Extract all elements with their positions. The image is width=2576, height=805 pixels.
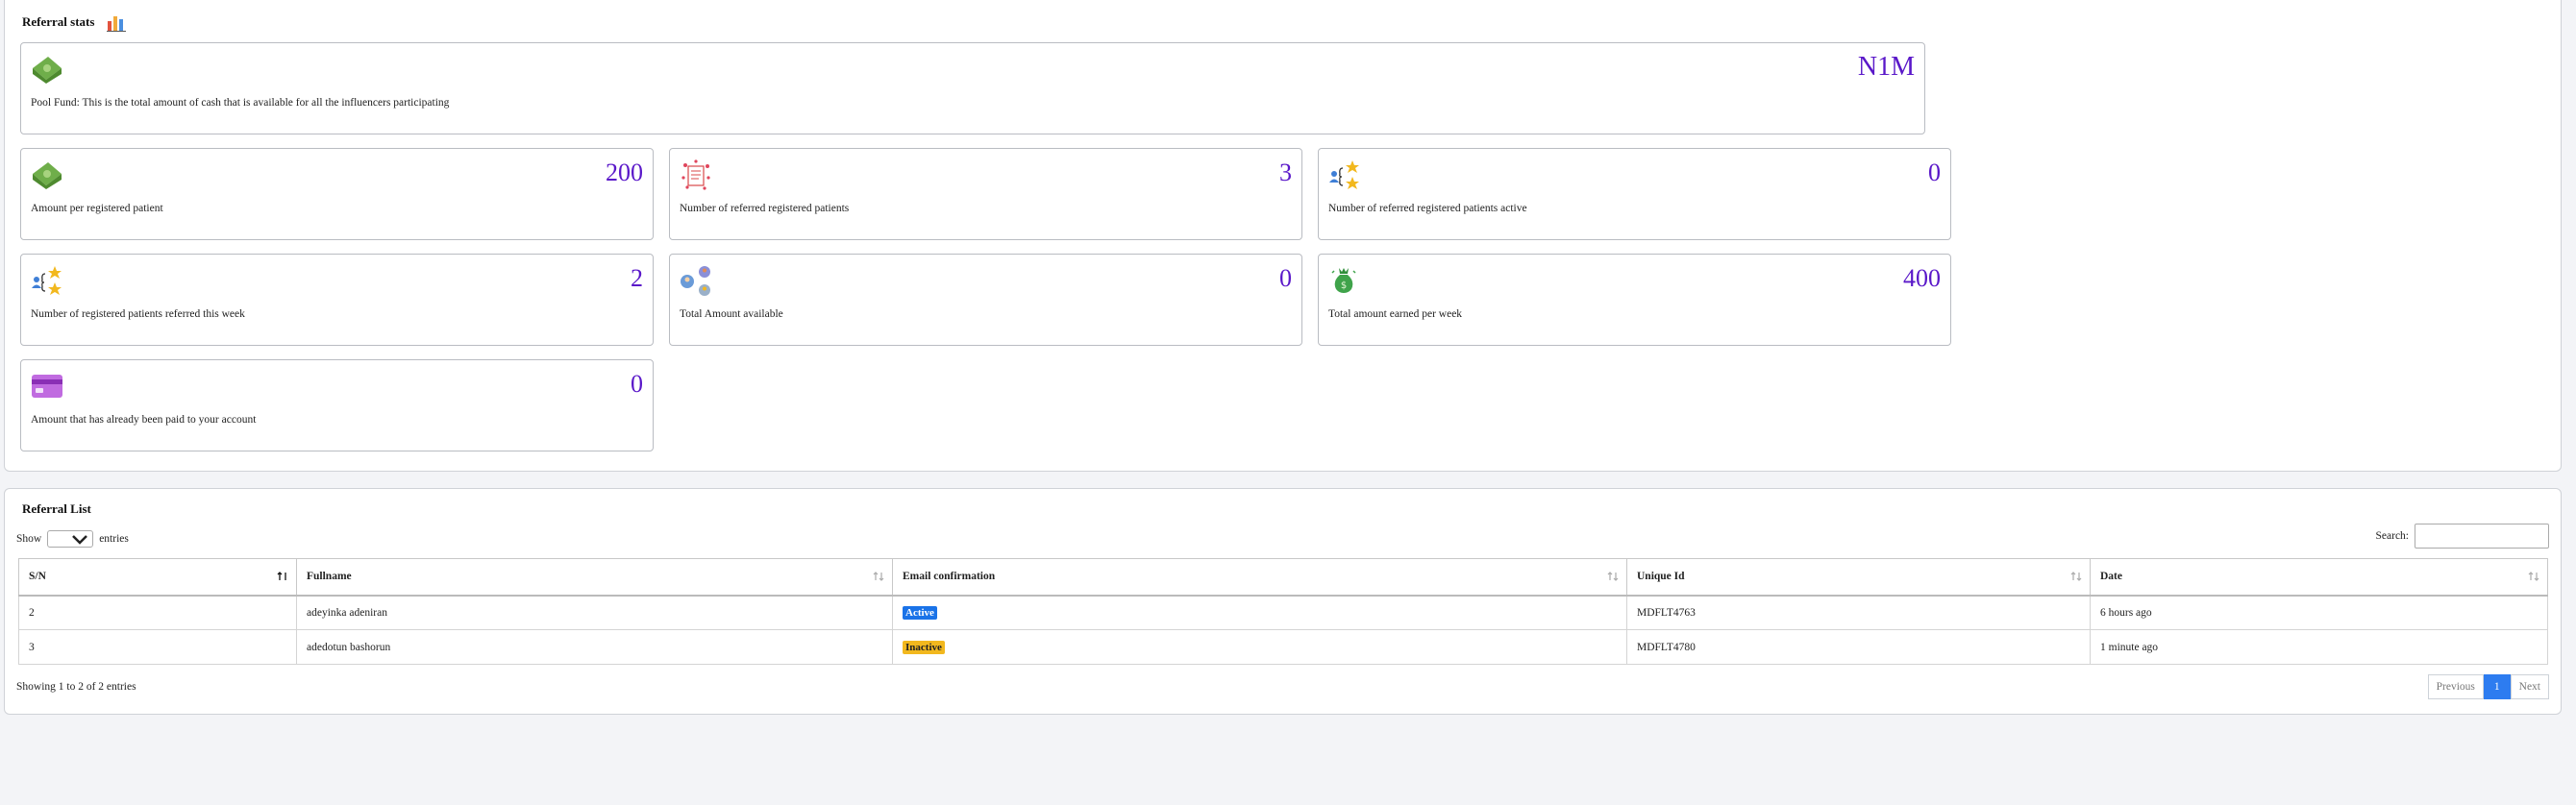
search-label: Search: (2375, 530, 2409, 542)
stat-card-amount-per-patient: 200 Amount per registered patient (20, 148, 654, 240)
pagination-page-button[interactable]: 1 (2483, 674, 2511, 699)
clipboard-icon (681, 159, 710, 190)
column-header-label: Fullname (307, 571, 352, 583)
pagination-previous-button[interactable]: Previous (2427, 674, 2484, 699)
search-input[interactable] (2415, 524, 2549, 549)
stat-value: 2 (631, 264, 643, 292)
cash-icon (33, 57, 62, 84)
cell-email-confirmation: Inactive (892, 629, 1627, 665)
sort-asc-icon (277, 572, 286, 580)
stat-card-referred-patients: 3 Number of referred registered patients (669, 148, 1302, 240)
stat-value: 0 (1279, 264, 1292, 292)
people-network-icon (681, 266, 710, 296)
column-header-date[interactable]: Date (2090, 558, 2548, 597)
stat-card-paid-to-account: 0 Amount that has already been paid to y… (20, 359, 654, 451)
user-stars-icon (32, 266, 62, 295)
entries-length-control: Show entries (16, 530, 129, 548)
entries-length-select[interactable] (47, 530, 94, 548)
stat-card-total-available: 0 Total Amount available (669, 254, 1302, 346)
stat-value: 400 (1903, 264, 1941, 292)
referral-list-panel: Referral List Show entries Search: S/N F… (4, 488, 2562, 715)
table-row: 3 adedotun bashorun Inactive MDFLT4780 1… (18, 629, 2548, 665)
cell-fullname: adeyinka adeniran (296, 595, 893, 630)
pool-fund-value: N1M (1857, 52, 1915, 82)
search-control: Search: (2376, 524, 2549, 549)
stat-desc: Number of referred registered patients (680, 203, 850, 214)
stat-value: 200 (606, 159, 643, 186)
stat-card-referred-this-week: 2 Number of registered patients referred… (20, 254, 654, 346)
cash-icon (33, 162, 62, 189)
cell-unique-id: MDFLT4780 (1626, 629, 2091, 665)
cell-fullname: adedotun bashorun (296, 629, 893, 665)
bar-chart-icon (107, 16, 126, 32)
column-header-label: Unique Id (1637, 571, 1685, 583)
status-badge: Inactive (903, 640, 945, 654)
cell-date: 6 hours ago (2090, 595, 2548, 630)
column-header-fullname[interactable]: Fullname (296, 558, 893, 597)
cell-date: 1 minute ago (2090, 629, 2548, 665)
stat-card-earned-per-week: $ 400 Total amount earned per week (1318, 254, 1951, 346)
pool-fund-card: N1M Pool Fund: This is the total amount … (20, 42, 1925, 134)
card-icon (32, 375, 62, 398)
stat-value: 0 (631, 370, 643, 398)
stat-desc: Amount that has already been paid to you… (31, 414, 257, 426)
stat-desc: Total Amount available (680, 308, 783, 320)
entries-label: entries (99, 533, 129, 545)
user-stars-icon (1329, 160, 1359, 189)
column-header-email-confirmation[interactable]: Email confirmation (892, 558, 1627, 597)
chevron-down-icon (72, 535, 88, 545)
stat-value: 0 (1928, 159, 1941, 186)
sort-icon (1607, 572, 1619, 581)
money-bag-icon: $ (1331, 268, 1356, 293)
stat-desc: Number of registered patients referred t… (31, 308, 245, 320)
pool-fund-desc: Pool Fund: This is the total amount of c… (31, 97, 450, 109)
referral-list-title: Referral List (22, 501, 91, 516)
table-info: Showing 1 to 2 of 2 entries (16, 681, 136, 693)
pagination: Previous 1 Next (2427, 674, 2549, 699)
column-header-label: Date (2100, 571, 2122, 583)
sort-icon (2528, 572, 2539, 581)
status-badge: Active (903, 605, 937, 620)
table-header-row: S/N Fullname Email confirmation Unique I… (18, 558, 2548, 597)
cell-sn: 3 (18, 629, 297, 665)
table-row: 2 adeyinka adeniran Active MDFLT4763 6 h… (18, 595, 2548, 630)
stat-card-referred-active: 0 Number of referred registered patients… (1318, 148, 1951, 240)
show-label: Show (16, 533, 42, 545)
svg-text:$: $ (1341, 281, 1347, 291)
column-header-sn[interactable]: S/N (18, 558, 297, 597)
referral-stats-title: Referral stats (22, 14, 95, 29)
column-header-label: Email confirmation (903, 571, 996, 583)
pagination-next-button[interactable]: Next (2510, 674, 2549, 699)
cell-email-confirmation: Active (892, 595, 1627, 630)
stat-desc: Amount per registered patient (31, 203, 163, 214)
sort-icon (873, 572, 884, 581)
column-header-label: S/N (29, 571, 46, 583)
cell-unique-id: MDFLT4763 (1626, 595, 2091, 630)
referral-stats-panel: Referral stats N1M Pool Fund: This is th… (4, 0, 2562, 472)
referral-table: S/N Fullname Email confirmation Unique I… (18, 558, 2548, 665)
sort-icon (2070, 572, 2082, 581)
stat-desc: Number of referred registered patients a… (1328, 203, 1527, 214)
stat-desc: Total amount earned per week (1328, 308, 1463, 320)
column-header-unique-id[interactable]: Unique Id (1626, 558, 2091, 597)
stat-value: 3 (1279, 159, 1292, 186)
cell-sn: 2 (18, 595, 297, 630)
